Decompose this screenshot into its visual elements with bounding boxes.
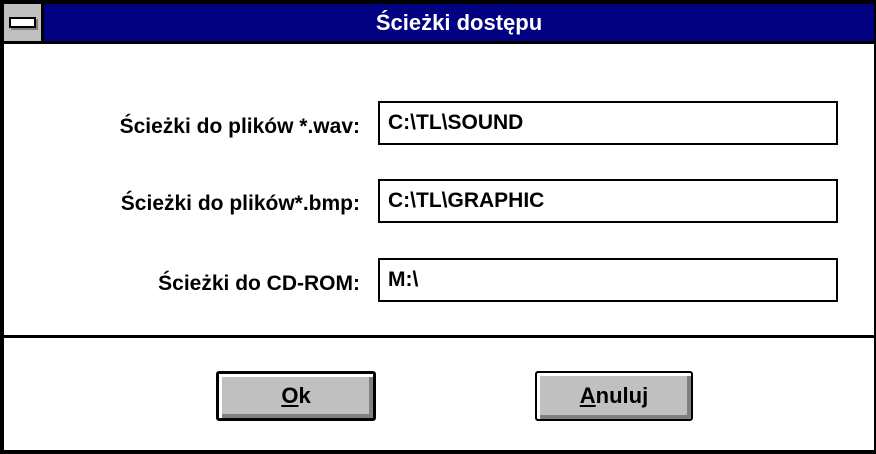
cdrom-path-input[interactable] bbox=[378, 258, 838, 302]
ok-label-rest: k bbox=[298, 383, 311, 408]
bmp-path-label: Ścieżki do plików*.bmp: bbox=[120, 192, 360, 215]
cancel-label-rest: nuluj bbox=[595, 383, 649, 408]
paths-dialog: Ścieżki dostępu Ścieżki do plików *.wav:… bbox=[0, 0, 876, 454]
cdrom-path-label: Ścieżki do CD-ROM: bbox=[158, 272, 360, 295]
ok-button[interactable]: Ok bbox=[216, 371, 376, 421]
button-divider bbox=[4, 335, 874, 338]
cancel-button-label: Anuluj bbox=[580, 383, 648, 408]
cancel-button[interactable]: Anuluj bbox=[535, 371, 693, 421]
bmp-path-input[interactable] bbox=[378, 179, 838, 223]
wav-path-label: Ścieżki do plików *.wav: bbox=[119, 115, 360, 138]
window-title: Ścieżki dostępu bbox=[375, 10, 543, 35]
cancel-mnemonic: A bbox=[579, 383, 596, 408]
ok-button-label: Ok bbox=[281, 383, 310, 408]
system-menu-icon[interactable] bbox=[4, 4, 44, 41]
wav-path-input[interactable] bbox=[378, 101, 838, 145]
system-menu-bar-icon bbox=[9, 17, 36, 28]
title-bar: Ścieżki dostępu bbox=[4, 4, 874, 44]
ok-mnemonic: O bbox=[281, 383, 299, 408]
